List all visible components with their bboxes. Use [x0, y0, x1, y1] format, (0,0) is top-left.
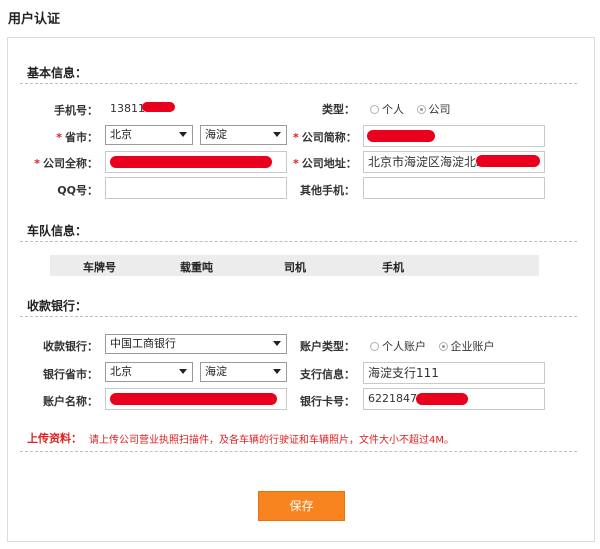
- full-name-label: * 公司全称：: [34, 157, 98, 170]
- card-number-label: 银行卡号：: [300, 395, 355, 408]
- phone-label: 手机号：: [54, 104, 98, 117]
- account-type-enterprise[interactable]: 企业账户: [438, 340, 495, 353]
- bank-info-divider: [20, 316, 577, 317]
- account-name-redaction: [110, 393, 277, 405]
- radio-checked-icon[interactable]: [438, 342, 448, 351]
- chevron-down-icon: [273, 341, 281, 346]
- type-option-person[interactable]: 个人: [370, 103, 404, 116]
- account-type-personal[interactable]: 个人账户: [370, 340, 426, 353]
- fleet-table-header: 车牌号 载重吨 司机 手机: [50, 255, 539, 276]
- full-name-redaction: [110, 156, 272, 168]
- fleet-col-tonnage: 载重吨: [180, 261, 213, 274]
- fleet-info-divider: [20, 241, 577, 242]
- account-type-radio-group: 个人账户 企业账户: [370, 338, 504, 354]
- bank-label: 收款银行：: [43, 340, 98, 353]
- type-label: 类型：: [322, 103, 355, 116]
- radio-icon[interactable]: [370, 342, 379, 351]
- basic-info-title: 基本信息：: [27, 66, 88, 80]
- page-title: 用户认证: [8, 12, 61, 27]
- branch-input[interactable]: 海淀支行111: [363, 362, 545, 384]
- other-phone-label: 其他手机：: [300, 184, 355, 197]
- bank-select[interactable]: 中国工商银行: [105, 334, 287, 354]
- fleet-info-title: 车队信息：: [27, 224, 88, 238]
- bank-province-label: 银行省市：: [43, 368, 98, 381]
- qq-label: QQ号：: [57, 184, 98, 197]
- upload-hint: 请上传公司营业执照扫描件，及各车辆的行驶证和车辆照片，文件大小不超过4M。: [89, 435, 454, 446]
- branch-label: 支行信息：: [300, 368, 355, 381]
- fleet-col-driver: 司机: [284, 261, 306, 274]
- type-option-company[interactable]: 公司: [416, 103, 451, 116]
- address-label: * 公司地址：: [293, 157, 357, 170]
- city-select[interactable]: 海淀: [200, 125, 287, 145]
- upload-label: 上传资料：: [27, 432, 82, 445]
- chevron-down-icon: [179, 369, 187, 374]
- other-phone-input[interactable]: [363, 177, 545, 199]
- chevron-down-icon: [179, 132, 187, 137]
- chevron-down-icon: [273, 132, 281, 137]
- account-name-label: 账户名称：: [43, 395, 98, 408]
- province-select[interactable]: 北京: [105, 125, 193, 145]
- fleet-col-phone: 手机: [382, 261, 404, 274]
- basic-info-divider: [20, 83, 577, 84]
- bank-info-title: 收款银行：: [27, 299, 88, 313]
- radio-icon[interactable]: [370, 105, 379, 114]
- save-button[interactable]: 保存: [258, 491, 345, 521]
- province-label: * 省市：: [56, 131, 98, 144]
- qq-input[interactable]: [105, 177, 287, 199]
- short-name-label: * 公司简称：: [293, 131, 357, 144]
- type-radio-group: 个人 公司: [370, 101, 460, 117]
- short-name-redaction: [367, 130, 435, 142]
- upload-divider: [20, 451, 577, 452]
- fleet-col-plate: 车牌号: [83, 261, 116, 274]
- chevron-down-icon: [273, 369, 281, 374]
- account-type-label: 账户类型：: [300, 340, 355, 353]
- address-redaction: [476, 155, 540, 167]
- bank-city-select[interactable]: 海淀: [200, 362, 287, 382]
- phone-redaction: [142, 102, 175, 112]
- bank-province-select[interactable]: 北京: [105, 362, 193, 382]
- radio-checked-icon[interactable]: [416, 105, 426, 114]
- card-number-redaction: [416, 393, 468, 405]
